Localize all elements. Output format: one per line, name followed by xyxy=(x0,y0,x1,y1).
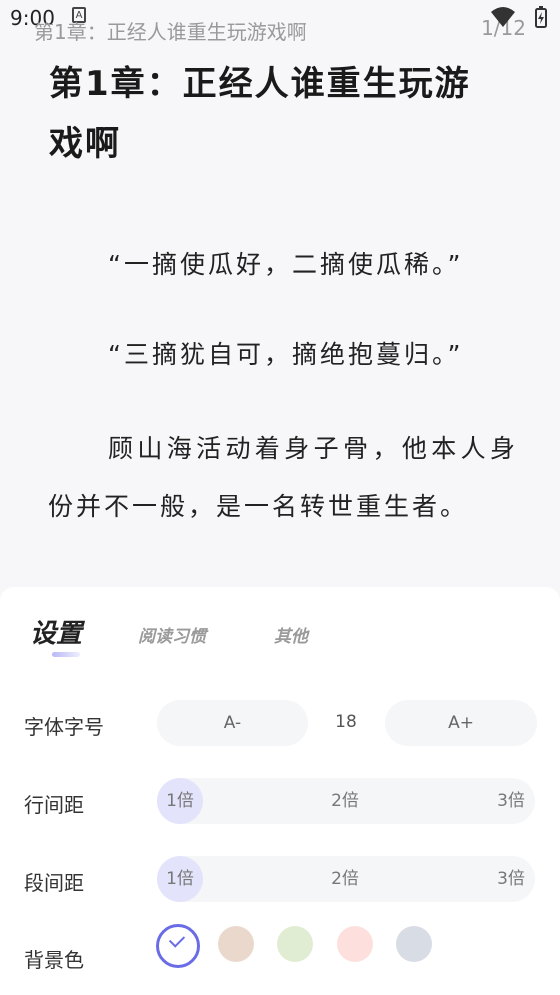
font-size-row: 字体字号 A- 18 A+ xyxy=(0,699,560,749)
bg-swatch-gray[interactable] xyxy=(396,926,432,962)
battery-icon xyxy=(535,6,547,28)
tab-reading-habits[interactable]: 阅读习惯 xyxy=(138,620,206,654)
paragraph-spacing-option-3x[interactable]: 3倍 xyxy=(491,856,531,902)
chapter-title: 第1章：正经人谁重生玩游 戏啊 xyxy=(49,54,529,174)
paragraph-spacing-label: 段间距 xyxy=(24,871,84,895)
content-paragraph: “三摘犹自可，摘绝抱蔓归。” xyxy=(108,340,464,369)
line-spacing-slider[interactable]: 1倍 2倍 3倍 xyxy=(157,778,535,824)
font-decrease-button[interactable]: A- xyxy=(157,700,308,746)
paragraph-spacing-slider[interactable]: 1倍 2倍 3倍 xyxy=(157,856,535,902)
chapter-title-line: 戏啊 xyxy=(49,124,121,164)
line-spacing-row: 行间距 1倍 2倍 3倍 xyxy=(0,777,560,827)
wifi-icon xyxy=(491,7,515,27)
settings-sheet: 设置 阅读习惯 其他 字体字号 A- 18 A+ 行间距 1倍 2倍 3倍 段间… xyxy=(0,587,560,995)
bg-swatch-green[interactable] xyxy=(277,926,313,962)
bg-swatch-beige[interactable] xyxy=(218,926,254,962)
background-color-label: 背景色 xyxy=(24,948,84,972)
bg-swatch-white[interactable] xyxy=(156,924,200,968)
line-spacing-label: 行间距 xyxy=(24,793,84,817)
content-paragraph: 顾山海活动着身子骨，他本人身份并不一般，是一名转世重生者。 xyxy=(48,434,518,521)
background-color-row: 背景色 xyxy=(0,924,560,982)
tab-other[interactable]: 其他 xyxy=(274,620,308,654)
tab-settings[interactable]: 设置 xyxy=(30,617,82,657)
font-size-label: 字体字号 xyxy=(24,715,104,739)
content-paragraph: “一摘使瓜好，二摘使瓜稀。” xyxy=(108,250,464,279)
line-spacing-option-1x[interactable]: 1倍 xyxy=(157,778,203,824)
paragraph-spacing-option-2x[interactable]: 2倍 xyxy=(325,856,365,902)
line-spacing-option-2x[interactable]: 2倍 xyxy=(325,778,365,824)
font-increase-button[interactable]: A+ xyxy=(385,700,537,746)
reader-chapter-header: 第1章：正经人谁重生玩游戏啊 xyxy=(34,20,307,44)
line-spacing-option-3x[interactable]: 3倍 xyxy=(491,778,531,824)
chapter-title-line: 第1章：正经人谁重生玩游 xyxy=(49,64,471,104)
bg-swatch-pink[interactable] xyxy=(337,926,373,962)
check-icon xyxy=(168,931,186,948)
paragraph-spacing-option-1x[interactable]: 1倍 xyxy=(157,856,203,902)
paragraph-spacing-row: 段间距 1倍 2倍 3倍 xyxy=(0,855,560,905)
font-size-value: 18 xyxy=(335,712,357,732)
